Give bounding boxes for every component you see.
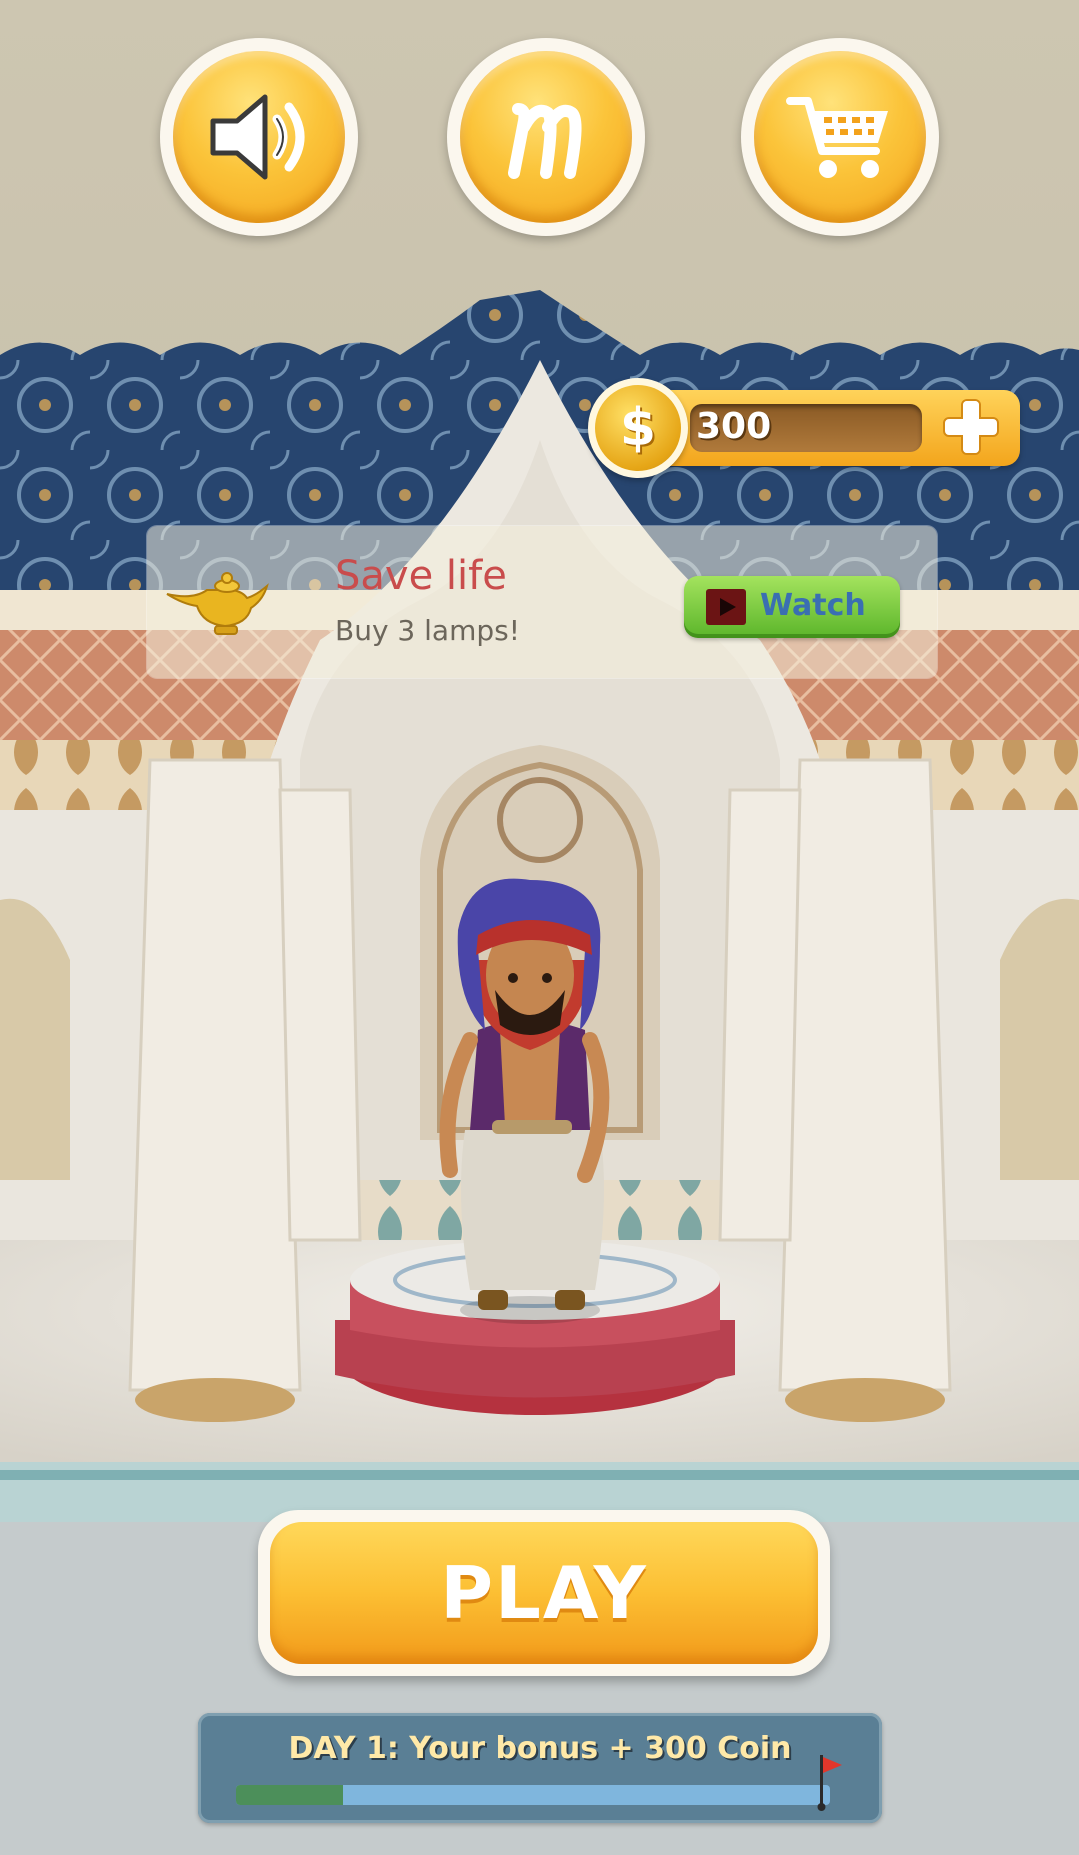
sound-toggle-button[interactable] [160, 38, 358, 236]
m-logo-icon [508, 103, 582, 179]
watch-ad-button[interactable]: Watch [684, 576, 900, 638]
daily-bonus-progress [236, 1785, 830, 1805]
video-play-icon [706, 589, 746, 625]
more-games-button[interactable] [447, 38, 645, 236]
daily-bonus-text: DAY 1: Your bonus + 300 Coin [288, 1731, 792, 1766]
watch-label: Watch [760, 588, 866, 623]
daily-bonus-progress-fill [236, 1785, 343, 1805]
offer-title: Save life [335, 553, 507, 599]
play-button[interactable]: PLAY [258, 1510, 830, 1676]
coin-track: 300 [650, 390, 1020, 466]
play-label: PLAY [440, 1551, 648, 1635]
shop-button[interactable] [741, 38, 939, 236]
dollar-coin-icon: $ [588, 378, 688, 478]
plus-icon[interactable] [938, 394, 1004, 460]
cart-icon [786, 97, 888, 178]
goal-flag-icon [817, 1755, 842, 1811]
magic-lamp-icon [166, 572, 269, 635]
offer-subtitle: Buy 3 lamps! [335, 614, 520, 647]
speaker-icon [210, 94, 305, 180]
coin-value: 300 [696, 406, 772, 447]
daily-bonus-panel: DAY 1: Your bonus + 300 Coin [198, 1713, 882, 1823]
save-life-offer: Save life Buy 3 lamps! Watch [147, 526, 937, 678]
coin-symbol: $ [619, 398, 657, 458]
coin-counter: 300 $ [588, 378, 1020, 478]
coin-field: 300 [690, 404, 922, 452]
